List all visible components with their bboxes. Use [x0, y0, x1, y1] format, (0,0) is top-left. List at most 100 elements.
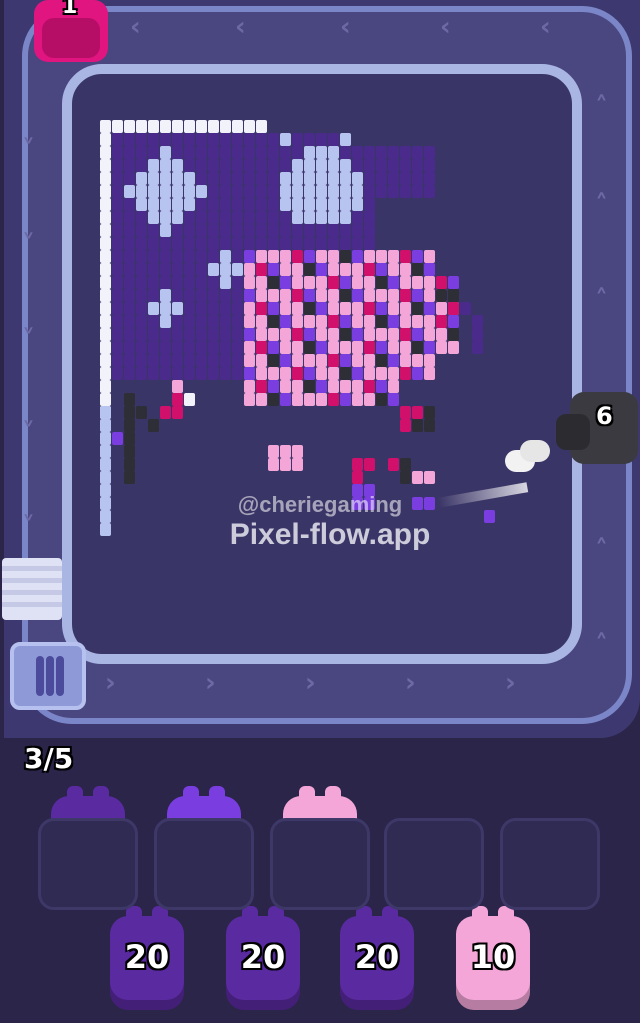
pixel-block — [136, 315, 147, 328]
chevron-up-icon: ˄ — [595, 285, 608, 315]
pixel-block — [268, 237, 279, 250]
holding-slot[interactable] — [384, 818, 484, 910]
holding-slot[interactable] — [270, 818, 370, 910]
pixel-block — [328, 172, 339, 185]
pixel-block — [304, 263, 315, 276]
pixel-block — [160, 328, 171, 341]
pixel-block — [172, 133, 183, 146]
pixel-block — [412, 289, 423, 302]
pixel-block — [100, 393, 111, 406]
pixel-block — [112, 159, 123, 172]
pixel-block — [316, 250, 327, 263]
pixel-block — [376, 315, 387, 328]
shooter-count: 20 — [354, 938, 400, 976]
pixel-block — [304, 237, 315, 250]
pixel-block — [280, 354, 291, 367]
pixel-block — [352, 237, 363, 250]
pixel-block — [304, 354, 315, 367]
pixel-block — [112, 224, 123, 237]
pixel-block — [400, 289, 411, 302]
pixel-block — [112, 315, 123, 328]
pixel-block — [124, 367, 135, 380]
pixel-block — [328, 263, 339, 276]
pixel-block — [160, 172, 171, 185]
pixel-block — [328, 393, 339, 406]
pixel-block — [184, 198, 195, 211]
pixel-block — [352, 198, 363, 211]
pixel-block — [340, 354, 351, 367]
pixel-block — [424, 250, 435, 263]
pixel-block — [268, 354, 279, 367]
pixel-block — [244, 380, 255, 393]
pixel-block — [220, 354, 231, 367]
pixel-block — [148, 328, 159, 341]
pixel-block — [280, 445, 291, 458]
holding-slot[interactable] — [154, 818, 254, 910]
pixel-block — [148, 341, 159, 354]
color-shooter[interactable]: 20 — [340, 906, 414, 1010]
holding-slot[interactable] — [500, 818, 600, 910]
pixel-block — [112, 354, 123, 367]
pixel-block — [292, 458, 303, 471]
pixel-block — [136, 185, 147, 198]
pixel-block — [172, 159, 183, 172]
pixel-block — [220, 133, 231, 146]
chevron-right-icon: › — [105, 668, 116, 698]
pixel-block — [304, 224, 315, 237]
pixel-block — [388, 172, 399, 185]
pixel-block — [256, 120, 267, 133]
pixel-block — [376, 146, 387, 159]
pixel-block — [148, 419, 159, 432]
pixel-block — [232, 172, 243, 185]
pixel-block — [208, 172, 219, 185]
pixel-block — [172, 224, 183, 237]
pixel-block — [136, 263, 147, 276]
pixel-block — [136, 328, 147, 341]
pixel-block — [184, 263, 195, 276]
pixel-block — [244, 172, 255, 185]
pixel-block — [136, 250, 147, 263]
shooter-pink[interactable]: 1 — [34, 0, 112, 66]
pixel-block — [316, 224, 327, 237]
pixel-block — [100, 406, 111, 419]
pixel-block — [112, 172, 123, 185]
pixel-block — [100, 523, 111, 536]
pixel-block — [352, 263, 363, 276]
pixel-block — [100, 419, 111, 432]
pixel-block — [424, 406, 435, 419]
shooter-dock[interactable] — [10, 642, 86, 710]
pixel-block — [304, 328, 315, 341]
pixel-block — [400, 250, 411, 263]
color-shooter[interactable]: 20 — [110, 906, 184, 1010]
pixel-block — [436, 315, 447, 328]
pixel-block — [220, 198, 231, 211]
color-shooter[interactable]: 20 — [226, 906, 300, 1010]
pixel-block — [160, 224, 171, 237]
pixel-block — [220, 159, 231, 172]
color-shooter[interactable]: 10 — [456, 906, 530, 1010]
pixel-block — [352, 328, 363, 341]
pixel-block — [220, 289, 231, 302]
pixel-block — [256, 172, 267, 185]
pixel-block — [388, 159, 399, 172]
pixel-block — [268, 341, 279, 354]
pixel-block — [376, 263, 387, 276]
shooter-black[interactable]: 6 — [556, 392, 640, 472]
holding-slot[interactable] — [38, 818, 138, 910]
pixel-block — [364, 172, 375, 185]
pixel-block — [352, 315, 363, 328]
pixel-block — [292, 302, 303, 315]
pixel-block — [136, 172, 147, 185]
pixel-block — [172, 302, 183, 315]
pixel-block — [172, 250, 183, 263]
chevron-down-icon: ˅ — [22, 135, 35, 165]
pixel-block — [208, 185, 219, 198]
pixel-block — [388, 458, 399, 471]
pixel-block — [232, 133, 243, 146]
pixel-block — [244, 315, 255, 328]
pixel-block — [292, 159, 303, 172]
pixel-block — [352, 250, 363, 263]
pixel-block — [220, 302, 231, 315]
pixel-block — [388, 185, 399, 198]
pixel-block — [100, 250, 111, 263]
